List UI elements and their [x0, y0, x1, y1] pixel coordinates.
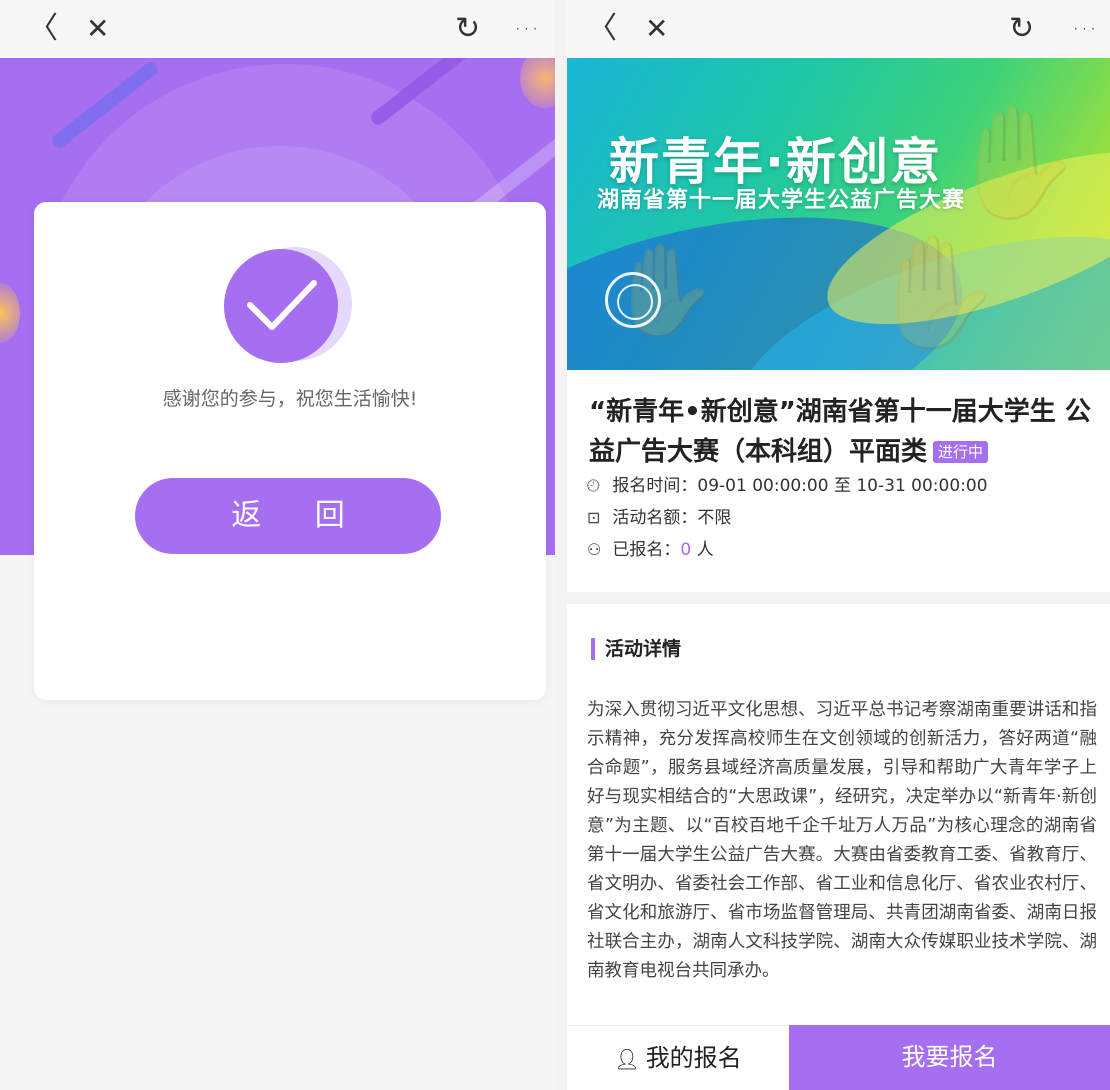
close-icon[interactable]: ✕: [645, 10, 668, 48]
success-card: 感谢您的参与，祝您生活愉快! 返 回: [34, 202, 546, 700]
quota-label: 活动名额：: [612, 508, 698, 528]
bottom-action-bar: 👤︎ 我的报名 我要报名: [567, 1025, 1110, 1090]
decor-glow: [0, 283, 20, 343]
hand-icon: ✋: [947, 98, 1084, 226]
return-button[interactable]: 返 回: [135, 478, 441, 554]
thanks-message: 感谢您的参与，祝您生活愉快!: [162, 388, 418, 410]
close-icon[interactable]: ✕: [86, 10, 109, 48]
signup-time-label: 报名时间：: [612, 476, 698, 496]
person-icon: 👤︎: [614, 1047, 640, 1071]
event-details: 活动详情 为深入贯彻习近平文化思想、习近平总书记考察湖南重要讲话和指示精神，充分…: [567, 604, 1110, 1090]
panel-divider: [555, 0, 567, 1090]
top-nav-bar: 〈 ✕ ↻ ···: [567, 0, 1110, 58]
refresh-icon[interactable]: ↻: [1009, 10, 1034, 48]
success-check-icon: [224, 247, 352, 365]
event-banner: ✋ ✋ ✋ 新青年·新创意 湖南省第十一届大学生公益广告大赛: [567, 58, 1110, 370]
right-screen: 〈 ✕ ↻ ··· ✋ ✋ ✋ 新青年·新创意 湖南省第十一届大学生公益广告大赛…: [567, 0, 1110, 1090]
status-badge: 进行中: [933, 441, 989, 463]
details-heading: 活动详情: [591, 638, 681, 660]
registered-row: ⚇ 已报名：0 人: [587, 536, 714, 564]
more-icon[interactable]: ···: [1072, 10, 1098, 48]
check-icon: [224, 249, 338, 363]
refresh-icon[interactable]: ↻: [455, 10, 480, 48]
top-nav-bar: 〈 ✕ ↻ ···: [0, 0, 555, 58]
decor-glow: [520, 58, 555, 108]
people-icon: ⚇: [587, 540, 602, 559]
quota-row: ⊡ 活动名额：不限: [587, 504, 731, 532]
details-body: 为深入贯彻习近平文化思想、习近平总书记考察湖南重要讲话和指示精神，充分发挥高校师…: [587, 700, 1097, 981]
event-title-text: “新青年•新创意”湖南省第十一届大学生 公益广告大赛（本科组）平面类: [589, 397, 1091, 467]
registered-label: 已报名：: [612, 540, 681, 560]
my-signup-label: 我的报名: [645, 1044, 742, 1072]
back-icon[interactable]: 〈: [28, 10, 58, 48]
event-title: “新青年•新创意”湖南省第十一届大学生 公益广告大赛（本科组）平面类 进行中: [589, 392, 1099, 472]
registered-count: 0: [680, 540, 692, 560]
hand-icon: ✋: [867, 228, 1004, 356]
registered-unit: 人: [691, 540, 714, 560]
competition-logo-icon: [605, 272, 661, 328]
my-signup-button[interactable]: 👤︎ 我的报名: [567, 1025, 789, 1090]
signup-button[interactable]: 我要报名: [789, 1025, 1110, 1090]
event-info: “新青年•新创意”湖南省第十一届大学生 公益广告大赛（本科组）平面类 进行中 🕘︎…: [567, 370, 1110, 592]
back-icon[interactable]: 〈: [587, 10, 617, 48]
left-screen: 〈 ✕ ↻ ··· 感谢您的参与，祝您生活愉快! 返 回: [0, 0, 555, 1090]
quota-icon: ⊡: [587, 508, 601, 527]
more-icon[interactable]: ···: [514, 10, 540, 48]
signup-time-row: 🕘︎ 报名时间：09-01 00:00:00 至 10-31 00:00:00: [587, 472, 988, 500]
banner-subtitle: 湖南省第十一届大学生公益广告大赛: [597, 188, 966, 213]
quota-value: 不限: [697, 508, 732, 528]
clock-icon: 🕘︎: [587, 476, 600, 495]
signup-time-value: 09-01 00:00:00 至 10-31 00:00:00: [697, 476, 988, 496]
